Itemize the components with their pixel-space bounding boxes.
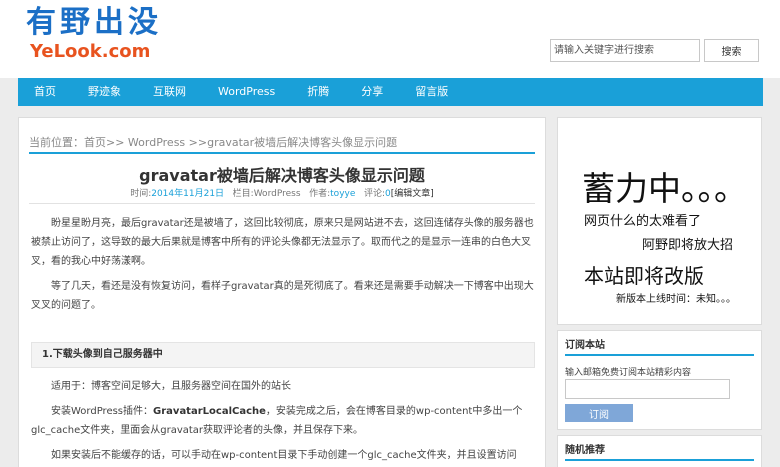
banner-subheadline: 本站即将改版 [584, 264, 704, 288]
divider [29, 203, 535, 204]
nav-item-wordpress[interactable]: WordPress [202, 78, 291, 106]
post-meta: 时间:2014年11月21日 栏目:WordPress 作者:toyye 评论:… [19, 186, 545, 199]
widget-title: 随机推荐 [565, 441, 754, 461]
breadcrumb[interactable]: 当前位置：首页>> WordPress >>gravatar被墙后解决博客头像显… [29, 134, 535, 154]
subscribe-description: 输入邮箱免费订阅本站精彩内容 [565, 368, 692, 378]
meta-time-label: 时间: [130, 189, 152, 199]
banner-text: 新版本上线时间：未知。。。 [616, 294, 736, 305]
search-input[interactable] [550, 39, 700, 62]
meta-author-label: 作者: [309, 189, 331, 199]
nav-item-internet[interactable]: 互联网 [137, 78, 202, 106]
meta-category-label: 栏目: [232, 189, 254, 199]
paragraph-text: 安装WordPress插件： [51, 406, 154, 417]
subscribe-email-field[interactable] [565, 379, 730, 399]
edit-post-link[interactable]: [编辑文章] [391, 189, 434, 199]
nav-item-tinker[interactable]: 折腾 [291, 78, 345, 106]
meta-author-link[interactable]: toyye [330, 189, 355, 199]
nav-item-home[interactable]: 首页 [18, 78, 72, 106]
article-paragraph: 盼星星盼月亮，最后gravatar还是被墙了，这回比较彻底，原来只是网站进不去，… [31, 218, 534, 267]
main-nav: 首页 野迹象 互联网 WordPress 折腾 分享 留言版 [18, 78, 763, 106]
banner-text: 阿野即将放大招 [642, 238, 734, 253]
article-paragraph: 如果安装后不能缓存的话，可以手动在wp-content目录下手动创建一个glc_… [51, 450, 517, 461]
post-title: gravatar被墙后解决博客头像显示问题 [139, 166, 425, 185]
banner-headline: 蓄力中。。。 [582, 169, 747, 208]
logo-chinese-text: 有野出没 [26, 5, 162, 40]
meta-category-link[interactable]: WordPress [254, 189, 301, 199]
article-paragraph: 等了几天，看还是没有恢复访问，看样子gravatar真的是死彻底了。看来还是需要… [31, 281, 534, 311]
plugin-name: GravatarLocalCache [153, 406, 266, 417]
nav-item-guestbook[interactable]: 留言版 [399, 78, 464, 106]
subscribe-widget: 订阅本站 输入邮箱免费订阅本站精彩内容 订阅 [557, 330, 762, 430]
banner-text: 网页什么的太难看了 [584, 214, 702, 229]
subscribe-button[interactable]: 订阅 [565, 404, 633, 422]
site-logo[interactable]: 有野出没 YeLook.com [26, 6, 186, 72]
site-header: 有野出没 YeLook.com 搜索 [0, 0, 780, 78]
logo-english-text: YeLook.com [30, 41, 151, 62]
article-paragraph: 安装WordPress插件：GravatarLocalCache，安装完成之后，… [31, 402, 535, 440]
announcement-banner: 蓄力中。。。 网页什么的太难看了 阿野即将放大招 本站即将改版 新版本上线时间：… [557, 117, 762, 325]
widget-title: 订阅本站 [565, 336, 754, 356]
meta-comments-label: 评论: [363, 189, 386, 199]
random-posts-widget: 随机推荐 [557, 435, 762, 467]
nav-item-share[interactable]: 分享 [345, 78, 399, 106]
meta-time-value: 2014年11月21日 [151, 189, 225, 199]
nav-item-yejixiang[interactable]: 野迹象 [72, 78, 137, 106]
search-button[interactable]: 搜索 [704, 39, 759, 62]
section-heading: 1.下载头像到自己服务器中 [31, 342, 535, 368]
article-panel: 当前位置：首页>> WordPress >>gravatar被墙后解决博客头像显… [18, 117, 546, 467]
article-paragraph: 适用于：博客空间足够大，且服务器空间在国外的站长 [51, 381, 291, 392]
